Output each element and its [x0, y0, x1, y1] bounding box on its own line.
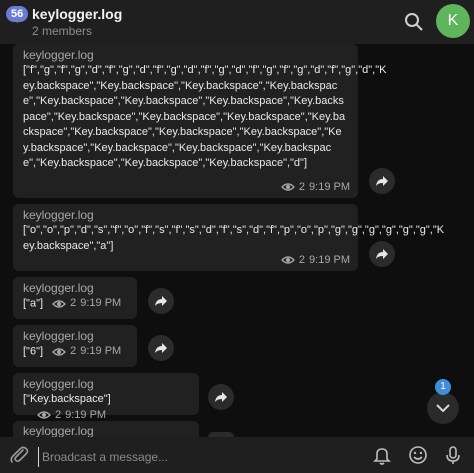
avatar[interactable]: K	[436, 4, 470, 38]
message-time: 9:19 PM	[80, 297, 122, 309]
microphone-icon	[446, 446, 460, 464]
attach-button[interactable]	[8, 444, 30, 466]
scroll-to-bottom-button[interactable]	[427, 392, 459, 424]
eye-icon	[280, 256, 295, 264]
search-icon	[405, 13, 423, 31]
message-text: ["f","g","f","g","d","f","g","d","f","g"…	[23, 64, 387, 169]
message-bubble[interactable]: keylogger.log ["f","g","f","g","d","f","…	[13, 44, 387, 198]
message-bubble[interactable]: keylogger.log ["a"] 2 9:19 PM	[13, 277, 137, 319]
eye-icon	[52, 348, 67, 356]
forward-icon	[155, 343, 167, 353]
chevron-down-icon	[436, 404, 450, 413]
eye-icon	[37, 411, 51, 419]
message-text: ["o","o","p","d","s","f","o","f","s","f"…	[23, 224, 445, 252]
message-text: ["a"]	[23, 297, 44, 310]
message-input[interactable]	[38, 447, 364, 467]
microphone-button[interactable]	[442, 444, 464, 466]
message-author: keylogger.log	[23, 424, 94, 437]
message-time: 9:19 PM	[309, 254, 350, 266]
eye-icon	[52, 300, 67, 308]
message-author: keylogger.log	[23, 281, 94, 295]
message-row: ["Key.backspace"] 2 9:19 PM	[23, 392, 189, 424]
message-bubble[interactable]: keylogger.log ["o","o","p","d","s","f","…	[13, 204, 445, 271]
smiley-icon	[409, 446, 427, 464]
silent-broadcast-button[interactable]	[371, 444, 393, 466]
message-meta: 2 9:19 PM	[280, 254, 350, 266]
message-row: ["a"] 2 9:19 PM	[23, 296, 127, 312]
message-bubble[interactable]: keylogger.log	[13, 421, 199, 437]
back-button[interactable]: 56	[4, 4, 30, 26]
view-count: 2	[298, 181, 306, 193]
message-meta: 2 9:19 PM	[280, 181, 350, 193]
message-meta: 2 9:19 PM	[52, 344, 121, 360]
message-bubble[interactable]: keylogger.log ["6"] 2 9:19 PM	[13, 325, 137, 367]
forward-button[interactable]	[148, 288, 174, 314]
paperclip-icon	[10, 446, 29, 463]
forward-icon	[376, 176, 388, 186]
message-text: ["6"]	[23, 345, 44, 358]
forward-button[interactable]	[369, 168, 395, 194]
view-count: 2	[70, 297, 77, 309]
message-meta: 2 9:19 PM	[52, 296, 121, 312]
forward-icon	[155, 296, 167, 306]
message-author: keylogger.log	[23, 208, 94, 222]
emoji-button[interactable]	[407, 444, 429, 466]
eye-icon	[280, 183, 295, 191]
member-count: 2 members	[32, 24, 93, 38]
message-row: ["6"] 2 9:19 PM	[23, 344, 127, 360]
chat-title[interactable]: keylogger.log	[32, 6, 122, 22]
forward-button[interactable]	[369, 241, 395, 267]
forward-button[interactable]	[148, 335, 174, 361]
message-author: keylogger.log	[23, 329, 94, 343]
view-count: 2	[298, 254, 306, 266]
search-button[interactable]	[403, 11, 425, 33]
new-messages-badge: 1	[435, 379, 451, 395]
message-time: 9:19 PM	[309, 181, 350, 193]
message-bubble[interactable]: keylogger.log ["Key.backspace"] 2 9:19 P…	[13, 373, 199, 421]
message-author: keylogger.log	[23, 48, 94, 62]
view-count: 2	[70, 345, 77, 357]
bell-icon	[373, 448, 391, 465]
message-time: 9:19 PM	[80, 345, 122, 357]
chat-header: 56 keylogger.log 2 members K	[0, 0, 474, 44]
message-author: keylogger.log	[23, 377, 94, 391]
message-text: ["Key.backspace"]	[23, 393, 111, 405]
forward-icon	[215, 392, 227, 402]
forward-icon	[376, 249, 388, 259]
composer-bar	[0, 437, 474, 473]
forward-button[interactable]	[208, 384, 234, 410]
unread-count-badge: 56	[6, 6, 29, 22]
